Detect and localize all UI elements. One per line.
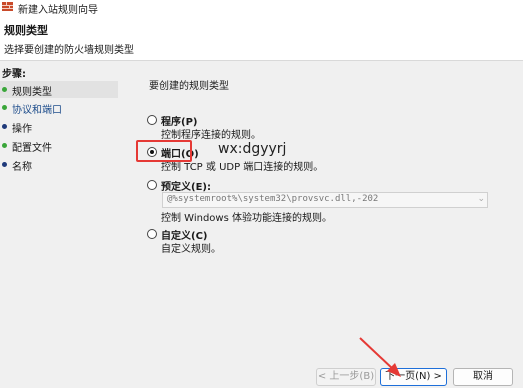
custom-option-desc: 自定义规则。 <box>161 244 221 255</box>
steps-panel: 步骤: 规则类型 协议和端口 操作 配置文件 名称 <box>0 61 120 388</box>
step-action[interactable]: 操作 <box>0 118 118 135</box>
page-subtitle: 选择要创建的防火墙规则类型 <box>4 45 134 56</box>
firewall-app-icon <box>2 2 13 11</box>
step-label: 协议和端口 <box>12 105 62 116</box>
content-panel: 要创建的规则类型 <box>121 61 523 388</box>
annotation-highlight-box <box>136 140 192 162</box>
page-title: 规则类型 <box>4 24 48 37</box>
rule-type-prompt: 要创建的规则类型 <box>149 81 229 92</box>
step-label: 操作 <box>12 124 32 135</box>
step-label: 名称 <box>12 162 32 173</box>
predefined-option-desc: 控制 Windows 体验功能连接的规则。 <box>161 213 332 224</box>
step-rule-type[interactable]: 规则类型 <box>0 81 118 98</box>
step-status-dot-icon <box>2 124 7 129</box>
step-status-dot-icon <box>2 143 7 148</box>
program-radio[interactable] <box>147 115 157 125</box>
chevron-down-icon: ⌄ <box>477 194 485 204</box>
step-status-dot-icon <box>2 87 7 92</box>
window-title: 新建入站规则向导 <box>18 5 98 16</box>
predefined-radio[interactable] <box>147 180 157 190</box>
step-label: 规则类型 <box>12 87 52 98</box>
back-button[interactable]: < 上一步(B) <box>316 368 376 386</box>
step-name[interactable]: 名称 <box>0 156 118 173</box>
next-button[interactable]: 下一页(N) > <box>380 368 447 386</box>
step-protocol-and-ports[interactable]: 协议和端口 <box>0 99 118 116</box>
step-profile[interactable]: 配置文件 <box>0 137 118 154</box>
steps-heading: 步骤: <box>2 69 26 80</box>
step-status-dot-icon <box>2 162 7 167</box>
predefined-option-label[interactable]: 预定义(E): <box>161 178 211 193</box>
custom-radio[interactable] <box>147 229 157 239</box>
cancel-button[interactable]: 取消 <box>453 368 513 386</box>
program-option-desc: 控制程序连接的规则。 <box>161 130 261 141</box>
step-label: 配置文件 <box>12 143 52 154</box>
step-status-dot-icon <box>2 105 7 110</box>
watermark-text: wx:dgyyrj <box>218 141 287 157</box>
title-bar: 新建入站规则向导 <box>0 0 523 16</box>
predefined-select-value: @%systemroot%\system32\provsvc.dll,-202 <box>167 194 379 204</box>
wizard-header: 规则类型 选择要创建的防火墙规则类型 <box>0 16 523 61</box>
predefined-rules-select[interactable]: @%systemroot%\system32\provsvc.dll,-202 … <box>162 192 488 208</box>
